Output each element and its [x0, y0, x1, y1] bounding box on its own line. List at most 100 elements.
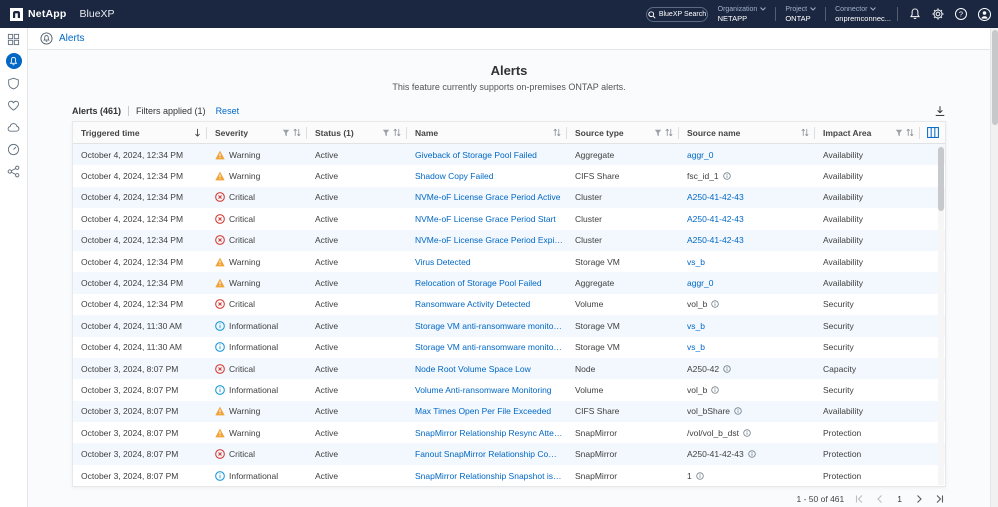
table-row[interactable]: October 4, 2024, 12:34 PMWarningActiveRe… [73, 272, 945, 293]
organization-selector[interactable]: Organization NETAPP [709, 6, 776, 23]
alert-name-link[interactable]: Virus Detected [415, 257, 471, 267]
column-settings-button[interactable] [920, 122, 945, 144]
column-label: Triggered time [81, 128, 140, 138]
info-icon-small[interactable] [748, 450, 756, 458]
source-name-link[interactable]: A250-41-42-43 [687, 235, 744, 245]
prev-page-button[interactable] [874, 493, 886, 505]
sidebar-item-workspace[interactable] [6, 31, 22, 47]
table-row[interactable]: October 4, 2024, 11:30 AMInformationalAc… [73, 337, 945, 358]
current-page[interactable]: 1 [895, 494, 904, 504]
first-page-button[interactable] [853, 493, 865, 505]
table-row[interactable]: October 4, 2024, 12:34 PMCriticalActiveN… [73, 187, 945, 208]
column-header-source-name[interactable]: Source name [679, 122, 815, 144]
window-scrollbar-thumb[interactable] [992, 30, 998, 125]
alert-name-link[interactable]: NVMe-oF License Grace Period Start [415, 214, 556, 224]
source-name-link[interactable]: A250-41-42-43 [687, 214, 744, 224]
table-row[interactable]: October 3, 2024, 8:07 PMCriticalActiveNo… [73, 358, 945, 379]
next-page-button[interactable] [913, 493, 925, 505]
alert-name-link[interactable]: NVMe-oF License Grace Period Active [415, 192, 561, 202]
alert-name-link[interactable]: Shadow Copy Failed [415, 171, 493, 181]
bluexp-search-button[interactable]: BlueXP Search [646, 7, 708, 22]
table-row[interactable]: October 4, 2024, 12:34 PMWarningActiveVi… [73, 251, 945, 272]
window-scrollbar[interactable] [990, 28, 998, 507]
column-header-impact-area[interactable]: Impact Area [815, 122, 920, 144]
cell-status: Active [307, 337, 407, 358]
column-header-status[interactable]: Status (1) [307, 122, 407, 144]
sort-icon[interactable] [665, 128, 673, 137]
alert-name-link[interactable]: Giveback of Storage Pool Failed [415, 150, 537, 160]
column-header-source-type[interactable]: Source type [567, 122, 679, 144]
source-name-link[interactable]: aggr_0 [687, 278, 713, 288]
help-button[interactable]: ? [953, 6, 969, 22]
sort-desc-icon[interactable] [194, 128, 201, 137]
project-selector[interactable]: Project ONTAP [776, 6, 825, 23]
sidebar-item-protection[interactable] [6, 75, 22, 91]
alert-name-link[interactable]: Storage VM anti-ransomware monitoring [415, 342, 563, 352]
alert-name-link[interactable]: Node Root Volume Space Low [415, 364, 531, 374]
sort-icon[interactable] [553, 128, 561, 137]
info-icon-small[interactable] [711, 300, 719, 308]
column-header-severity[interactable]: Severity [207, 122, 307, 144]
info-icon-small[interactable] [723, 365, 731, 373]
sort-icon[interactable] [801, 128, 809, 137]
table-row[interactable]: October 3, 2024, 8:07 PMWarningActiveMax… [73, 401, 945, 422]
info-icon-small[interactable] [723, 172, 731, 180]
filter-icon[interactable] [282, 129, 290, 137]
table-row[interactable]: October 4, 2024, 12:34 PMWarningActiveSh… [73, 165, 945, 186]
alert-name-link[interactable]: Max Times Open Per File Exceeded [415, 406, 551, 416]
alert-name-link[interactable]: SnapMirror Relationship Resync Attempt F… [415, 428, 563, 438]
critical-icon [215, 449, 225, 459]
table-row[interactable]: October 4, 2024, 12:34 PMWarningActiveGi… [73, 144, 945, 165]
table-row[interactable]: October 3, 2024, 8:07 PMCriticalActiveFa… [73, 443, 945, 464]
sort-icon[interactable] [293, 128, 301, 137]
sidebar-item-health[interactable] [6, 97, 22, 113]
table-row[interactable]: October 4, 2024, 11:30 AMInformationalAc… [73, 315, 945, 336]
sort-icon[interactable] [906, 128, 914, 137]
breadcrumb-title[interactable]: Alerts [59, 33, 85, 44]
sidebar-item-alerts[interactable] [6, 53, 22, 69]
last-page-button[interactable] [934, 493, 946, 505]
source-name-link[interactable]: aggr_0 [687, 150, 713, 160]
alert-name-link[interactable]: Ransomware Activity Detected [415, 299, 530, 309]
alert-name-link[interactable]: SnapMirror Relationship Snapshot is not … [415, 471, 563, 481]
filter-icon[interactable] [895, 129, 903, 137]
reset-filters-button[interactable]: Reset [216, 106, 240, 116]
column-header-triggered-time[interactable]: Triggered time [73, 122, 207, 144]
source-name-link[interactable]: vs_b [687, 257, 705, 267]
sidebar-item-analysis[interactable] [6, 141, 22, 157]
cell-impact-area: Availability [815, 272, 920, 293]
alert-name-link[interactable]: NVMe-oF License Grace Period Expired [415, 235, 563, 245]
table-row[interactable]: October 3, 2024, 8:07 PMInformationalAct… [73, 465, 945, 486]
source-name-link[interactable]: A250-41-42-43 [687, 192, 744, 202]
alert-name-link[interactable]: Storage VM anti-ransomware monitoring [415, 321, 563, 331]
connector-selector[interactable]: Connector onpremconnec... [826, 6, 900, 23]
table-row[interactable]: October 4, 2024, 12:34 PMCriticalActiveN… [73, 208, 945, 229]
info-icon-small[interactable] [696, 472, 704, 480]
alert-name-link[interactable]: Volume Anti-ransomware Monitoring [415, 385, 552, 395]
info-icon-small[interactable] [743, 429, 751, 437]
settings-button[interactable] [930, 6, 946, 22]
account-button[interactable] [976, 6, 992, 22]
cell-status: Active [307, 230, 407, 251]
sort-icon[interactable] [393, 128, 401, 137]
sidebar-item-share[interactable] [6, 163, 22, 179]
source-name-link[interactable]: vs_b [687, 321, 705, 331]
alert-name-link[interactable]: Fanout SnapMirror Relationship Common Sn… [415, 449, 563, 459]
sidebar-item-mobility[interactable] [6, 119, 22, 135]
alert-name-link[interactable]: Relocation of Storage Pool Failed [415, 278, 542, 288]
download-button[interactable] [934, 105, 946, 117]
table-row[interactable]: October 3, 2024, 8:07 PMInformationalAct… [73, 379, 945, 400]
filter-icon[interactable] [654, 129, 662, 137]
cell-triggered-time: October 4, 2024, 12:34 PM [73, 230, 207, 251]
table-row[interactable]: October 4, 2024, 12:34 PMCriticalActiveR… [73, 294, 945, 315]
source-name-link[interactable]: vs_b [687, 342, 705, 352]
table-scrollbar-thumb[interactable] [938, 147, 944, 211]
table-row[interactable]: October 4, 2024, 12:34 PMCriticalActiveN… [73, 230, 945, 251]
column-header-name[interactable]: Name [407, 122, 567, 144]
info-icon-small[interactable] [711, 386, 719, 394]
filter-icon[interactable] [382, 129, 390, 137]
table-row[interactable]: October 3, 2024, 8:07 PMWarningActiveSna… [73, 422, 945, 443]
info-icon-small[interactable] [734, 407, 742, 415]
notifications-button[interactable] [907, 6, 923, 22]
table-scrollbar[interactable] [938, 145, 944, 485]
